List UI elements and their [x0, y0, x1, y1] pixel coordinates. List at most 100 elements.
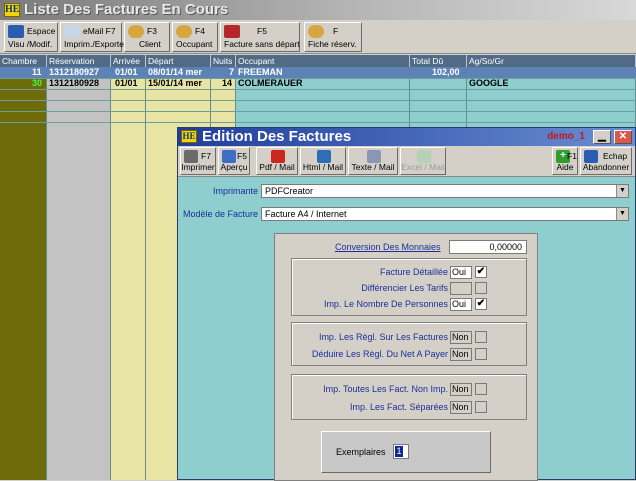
- option-fact-separees: Imp. Les Fact. Séparées Non: [292, 401, 528, 414]
- edition-factures-dialog: HE Edition Des Factures demo_1 ▁ ✕ F7 Im…: [177, 127, 636, 481]
- fact-separees-checkbox[interactable]: [475, 401, 487, 413]
- option-facture-detaillee: Facture Détaillée Oui ✔: [379, 266, 487, 279]
- minimize-icon: ▁: [598, 131, 606, 142]
- regl-sur-factures-value[interactable]: Non: [450, 331, 472, 344]
- dialog-logo-icon: HE: [181, 130, 197, 143]
- imprimante-value: PDFCreator: [265, 186, 314, 196]
- facture-detaillee-checkbox[interactable]: ✔: [475, 266, 487, 278]
- main-window-title: Liste Des Factures En Cours: [24, 1, 229, 18]
- reservation-person-icon: [308, 25, 324, 38]
- close-icon: ✕: [618, 131, 628, 142]
- option-differencier-tarifs: Différencier Les Tarifs: [292, 282, 528, 295]
- occupant-button[interactable]: F4 Occupant: [172, 22, 218, 52]
- col-chambre: [0, 55, 47, 480]
- option-regl-sur-factures: Imp. Les Règl. Sur Les Factures Non: [292, 331, 528, 344]
- dialog-title: Edition Des Factures: [202, 128, 352, 145]
- table-row[interactable]: 30 1312180928 01/01 15/01/14 mer 14 COLM…: [0, 78, 636, 89]
- header-reservation[interactable]: Réservation: [47, 55, 111, 67]
- cell-total: 102,00: [432, 67, 460, 77]
- imprimante-label: Imprimante: [212, 186, 258, 196]
- texte-mail-button[interactable]: Texte / Mail: [348, 147, 398, 175]
- cell-chambre: 11: [32, 67, 42, 77]
- occupant-person-icon: [176, 25, 192, 38]
- header-arrivee[interactable]: Arrivée: [111, 55, 146, 67]
- cell-arrivee: 01/01: [115, 78, 138, 88]
- eye-icon: [8, 25, 24, 38]
- col-reservation: [47, 55, 111, 480]
- cell-depart: 15/01/14 mer: [148, 78, 203, 88]
- cell-nuits: 7: [229, 67, 235, 77]
- main-toolbar: Espace Visu /Modif. eMail F7 Imprim./Exp…: [0, 20, 636, 54]
- regl-sur-factures-checkbox[interactable]: [475, 331, 487, 343]
- html-mail-button[interactable]: Html / Mail: [300, 147, 346, 175]
- toutes-non-imp-value[interactable]: Non: [450, 383, 472, 396]
- conversion-label: Conversion Des Monnaies: [335, 242, 441, 252]
- aide-button[interactable]: + F1 Aide: [552, 147, 578, 175]
- header-chambre[interactable]: Chambre: [0, 55, 47, 67]
- modele-value: Facture A4 / Internet: [265, 209, 347, 219]
- minimize-button[interactable]: ▁: [593, 130, 611, 144]
- close-button[interactable]: ✕: [614, 130, 632, 144]
- toutes-non-imp-checkbox[interactable]: [475, 383, 487, 395]
- excel-mail-button[interactable]: Excel / Mail: [400, 147, 446, 175]
- options-group-3: Imp. Toutes Les Fact. Non Imp. Non Imp. …: [291, 374, 527, 420]
- facture-detaillee-value[interactable]: Oui: [450, 266, 472, 279]
- differencier-tarifs-checkbox[interactable]: [475, 282, 487, 294]
- fiche-reserv-button[interactable]: F Fiche réserv.: [304, 22, 362, 52]
- header-agsogr[interactable]: Ag/So/Gr: [467, 55, 636, 67]
- options-group-1: Facture Détaillée Oui ✔ Différencier Les…: [291, 258, 527, 316]
- options-panel: Conversion Des Monnaies 0,00000 Facture …: [274, 233, 538, 481]
- option-deduire-regl: Déduire Les Règl. Du Net A Payer Non: [292, 348, 528, 361]
- grid-line: [0, 100, 636, 101]
- imprim-exporte-button[interactable]: eMail F7 Imprim./Exporte: [60, 22, 124, 52]
- cell-reservation: 1312180928: [49, 78, 100, 88]
- header-total[interactable]: Total Dû: [410, 55, 467, 67]
- exemplaires-input[interactable]: 1: [393, 444, 409, 459]
- facture-sans-depart-button[interactable]: F5 Facture sans départ: [220, 22, 300, 52]
- cell-occupant: COLMERAUER: [238, 78, 303, 88]
- header-nuits[interactable]: Nuits: [211, 55, 236, 67]
- cell-occupant: FREEMAN: [238, 67, 283, 77]
- invoice-cancel-icon: [224, 25, 240, 38]
- dialog-title-bar[interactable]: HE Edition Des Factures demo_1 ▁ ✕: [178, 128, 635, 146]
- abandonner-button[interactable]: Echap Abandonner: [580, 147, 632, 175]
- client-person-icon: [128, 25, 144, 38]
- cell-chambre: 30: [32, 78, 43, 88]
- grid-line: [0, 111, 636, 112]
- differencier-tarifs-value[interactable]: [450, 282, 472, 295]
- modele-select[interactable]: Facture A4 / Internet ▼: [261, 207, 629, 221]
- option-nombre-personnes: Imp. Le Nombre De Personnes Oui ✔: [323, 298, 487, 311]
- header-occupant[interactable]: Occupant: [236, 55, 410, 67]
- fact-separees-value[interactable]: Non: [450, 401, 472, 414]
- dropdown-arrow-icon[interactable]: ▼: [616, 208, 628, 220]
- visu-modif-button[interactable]: Espace Visu /Modif.: [4, 22, 58, 52]
- dialog-toolbar: F7 Imprimer F5 Aperçu Pdf / Mail Html / …: [178, 146, 635, 177]
- client-button[interactable]: F3 Client: [124, 22, 170, 52]
- imprimante-select[interactable]: PDFCreator ▼: [261, 184, 629, 198]
- cell-depart: 08/01/14 mer: [148, 67, 203, 77]
- nombre-personnes-checkbox[interactable]: ✔: [475, 298, 487, 310]
- modele-label: Modèle de Facture: [182, 209, 258, 219]
- grid-line: [0, 122, 636, 123]
- pdf-mail-button[interactable]: Pdf / Mail: [256, 147, 298, 175]
- deduire-regl-checkbox[interactable]: [475, 348, 487, 360]
- dropdown-arrow-icon[interactable]: ▼: [616, 185, 628, 197]
- apercu-button[interactable]: F5 Aperçu: [218, 147, 250, 175]
- app-logo-icon: HE: [4, 3, 20, 17]
- options-group-2: Imp. Les Règl. Sur Les Factures Non Dédu…: [291, 322, 527, 366]
- conversion-input[interactable]: 0,00000: [449, 240, 527, 254]
- grid-line: [0, 89, 636, 90]
- main-title-bar: HE Liste Des Factures En Cours: [0, 0, 636, 20]
- cell-nuits: 14: [222, 78, 233, 88]
- col-arrivee: [111, 55, 146, 480]
- exemplaires-label: Exemplaires: [336, 447, 386, 457]
- deduire-regl-value[interactable]: Non: [450, 348, 472, 361]
- header-depart[interactable]: Départ: [146, 55, 211, 67]
- imprimer-button[interactable]: F7 Imprimer: [180, 147, 216, 175]
- cell-reservation: 1312180927: [49, 67, 100, 77]
- exemplaires-box: Exemplaires 1: [321, 431, 491, 473]
- user-name: demo_1: [547, 131, 585, 142]
- nombre-personnes-value[interactable]: Oui: [450, 298, 472, 311]
- table-row[interactable]: 11 1312180927 01/01 08/01/14 mer 7 FREEM…: [0, 67, 636, 78]
- option-toutes-non-imp: Imp. Toutes Les Fact. Non Imp. Non: [292, 383, 528, 396]
